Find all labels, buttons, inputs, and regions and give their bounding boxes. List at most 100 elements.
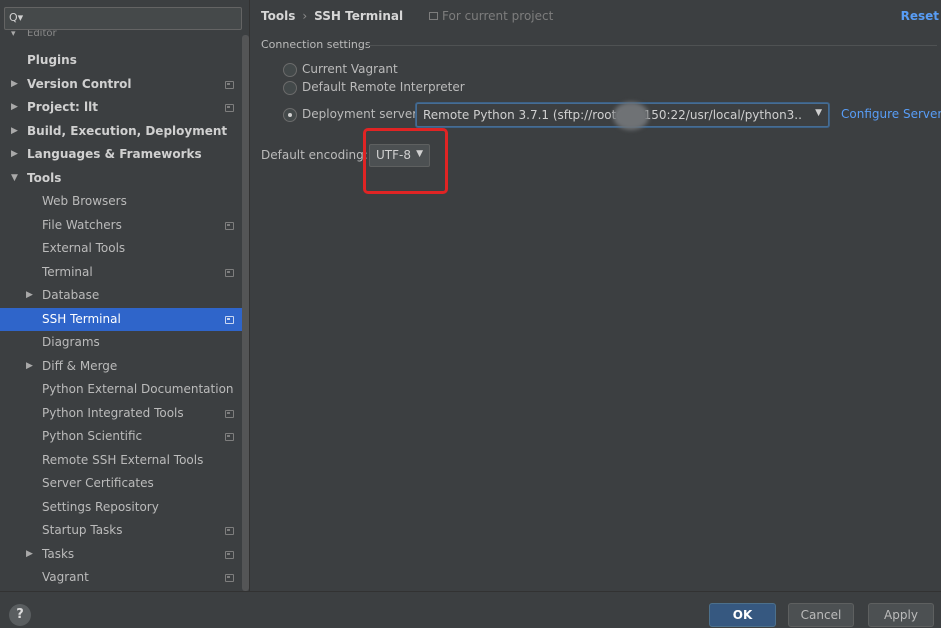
sidebar-item-label: Python Scientific <box>42 429 143 443</box>
breadcrumb: Tools › SSH Terminal <box>261 9 403 23</box>
sidebar-item-label: Server Certificates <box>42 476 154 490</box>
sidebar-item-settings-repository[interactable]: Settings Repository <box>0 496 242 519</box>
project-scope-icon <box>225 222 234 230</box>
radio-current-vagrant-label[interactable]: Current Vagrant <box>302 62 398 76</box>
sidebar-item-terminal[interactable]: Terminal <box>0 261 242 284</box>
sidebar-item-diagrams[interactable]: Diagrams <box>0 331 242 354</box>
chevron-right-icon: ▶ <box>11 126 18 136</box>
sidebar-item-label: Tasks <box>42 547 75 561</box>
project-scope-icon <box>225 269 234 277</box>
sidebar-item-label: Diff & Merge <box>42 359 118 373</box>
sidebar-item-vagrant[interactable]: Vagrant <box>0 566 242 589</box>
sidebar-item-external-tools[interactable]: External Tools <box>0 237 242 260</box>
sidebar-item-editor-cut[interactable]: ▾ Editor <box>0 30 242 40</box>
project-scope-icon <box>225 316 234 324</box>
connection-settings-label: Connection settings <box>261 38 371 51</box>
sidebar-item-label: File Watchers <box>42 218 122 232</box>
scope-label: For current project <box>429 9 553 23</box>
configure-servers-link[interactable]: Configure Servers <box>841 107 941 121</box>
sidebar-item-label: Editor <box>27 30 57 39</box>
project-scope-icon <box>225 574 234 582</box>
settings-sidebar: Q▾ ▾ Editor Plugins ▶ Version Control ▶ … <box>0 0 250 591</box>
sidebar-item-label: Version Control <box>27 77 132 91</box>
sidebar-item-label: Languages & Frameworks <box>27 147 202 161</box>
settings-search-box[interactable]: Q▾ <box>4 7 242 30</box>
sidebar-item-database[interactable]: ▶ Database <box>0 284 242 307</box>
sidebar-item-plugins[interactable]: Plugins <box>0 49 242 72</box>
breadcrumb-separator-icon: › <box>302 9 308 23</box>
sidebar-item-startup-tasks[interactable]: Startup Tasks <box>0 519 242 542</box>
chevron-right-icon: ▶ <box>26 549 33 559</box>
sidebar-item-label: Web Browsers <box>42 194 127 208</box>
sidebar-item-label: SSH Terminal <box>42 312 121 326</box>
project-scope-icon <box>225 551 234 559</box>
sidebar-item-project[interactable]: ▶ Project: llt <box>0 96 242 119</box>
radio-current-vagrant[interactable] <box>283 63 297 77</box>
sidebar-item-label: Python Integrated Tools <box>42 406 184 420</box>
ok-button[interactable]: OK <box>709 603 776 627</box>
sidebar-item-version-control[interactable]: ▶ Version Control <box>0 73 242 96</box>
sidebar-item-build-execution-deployment[interactable]: ▶ Build, Execution, Deployment <box>0 120 242 143</box>
dialog-footer: ? OK Cancel Apply <box>0 591 941 628</box>
sidebar-item-file-watchers[interactable]: File Watchers <box>0 214 242 237</box>
sidebar-item-label: Terminal <box>42 265 93 279</box>
radio-default-remote-interpreter[interactable] <box>283 81 297 95</box>
sidebar-item-python-external-documentation[interactable]: Python External Documentation <box>0 378 242 401</box>
sidebar-item-label: Tools <box>27 171 62 185</box>
sidebar-item-python-scientific[interactable]: Python Scientific <box>0 425 242 448</box>
search-icon[interactable]: Q▾ <box>9 11 23 25</box>
sidebar-item-ssh-terminal[interactable]: SSH Terminal <box>0 308 242 331</box>
sidebar-item-label: Python External Documentation <box>42 382 234 396</box>
reset-link[interactable]: Reset <box>901 9 939 23</box>
chevron-right-icon: ▶ <box>26 361 33 371</box>
sidebar-item-tools[interactable]: ▼ Tools <box>0 167 242 190</box>
project-scope-icon <box>225 527 234 535</box>
sidebar-item-diff-merge[interactable]: ▶ Diff & Merge <box>0 355 242 378</box>
project-scope-icon <box>429 12 438 20</box>
chevron-right-icon: ▶ <box>11 79 18 89</box>
radio-deployment-server-label[interactable]: Deployment server <box>302 107 417 121</box>
help-button[interactable]: ? <box>9 604 31 626</box>
radio-deployment-server[interactable] <box>283 108 297 122</box>
sidebar-item-server-certificates[interactable]: Server Certificates <box>0 472 242 495</box>
settings-content-panel: Tools › SSH Terminal For current project R… <box>251 0 941 591</box>
sidebar-item-label: Build, Execution, Deployment <box>27 124 228 138</box>
sidebar-item-languages-frameworks[interactable]: ▶ Languages & Frameworks <box>0 143 242 166</box>
chevron-down-icon: ▼ <box>815 108 822 118</box>
chevron-down-icon: ▾ <box>11 30 16 39</box>
breadcrumb-current: SSH Terminal <box>314 9 404 23</box>
sidebar-item-label: Plugins <box>27 53 77 67</box>
sidebar-item-web-browsers[interactable]: Web Browsers <box>0 190 242 213</box>
project-scope-icon <box>225 410 234 418</box>
sidebar-item-label: Startup Tasks <box>42 523 123 537</box>
chevron-right-icon: ▶ <box>11 149 18 159</box>
project-scope-icon <box>225 81 234 89</box>
sidebar-item-label: Project: llt <box>27 100 98 114</box>
chevron-right-icon: ▶ <box>26 290 33 300</box>
sidebar-scrollbar[interactable] <box>242 35 249 591</box>
sidebar-item-label: Database <box>42 288 100 302</box>
chevron-right-icon: ▶ <box>11 102 18 112</box>
default-encoding-label: Default encoding: <box>261 148 368 162</box>
scope-text: For current project <box>442 9 554 23</box>
project-scope-icon <box>225 104 234 112</box>
deployment-server-dropdown[interactable]: Remote Python 3.7.1 (sftp://root@ 0.150:… <box>416 102 829 130</box>
project-scope-icon <box>225 433 234 441</box>
cancel-button[interactable]: Cancel <box>788 603 854 627</box>
redacted-blur <box>613 102 649 130</box>
sidebar-item-label: Remote SSH External Tools <box>42 453 204 467</box>
sidebar-item-label: Diagrams <box>42 335 100 349</box>
sidebar-item-label: Vagrant <box>42 570 89 584</box>
red-highlight-box <box>363 128 448 194</box>
chevron-down-icon: ▼ <box>11 173 18 183</box>
sidebar-item-label: Settings Repository <box>42 500 159 514</box>
search-input[interactable] <box>27 10 237 27</box>
section-divider <box>367 45 937 46</box>
sidebar-item-remote-ssh-external-tools[interactable]: Remote SSH External Tools <box>0 449 242 472</box>
sidebar-item-python-integrated-tools[interactable]: Python Integrated Tools <box>0 402 242 425</box>
sidebar-item-label: External Tools <box>42 241 126 255</box>
radio-default-remote-interpreter-label[interactable]: Default Remote Interpreter <box>302 80 465 94</box>
sidebar-item-tasks[interactable]: ▶ Tasks <box>0 543 242 566</box>
breadcrumb-parent[interactable]: Tools <box>261 9 295 23</box>
apply-button[interactable]: Apply <box>868 603 934 627</box>
